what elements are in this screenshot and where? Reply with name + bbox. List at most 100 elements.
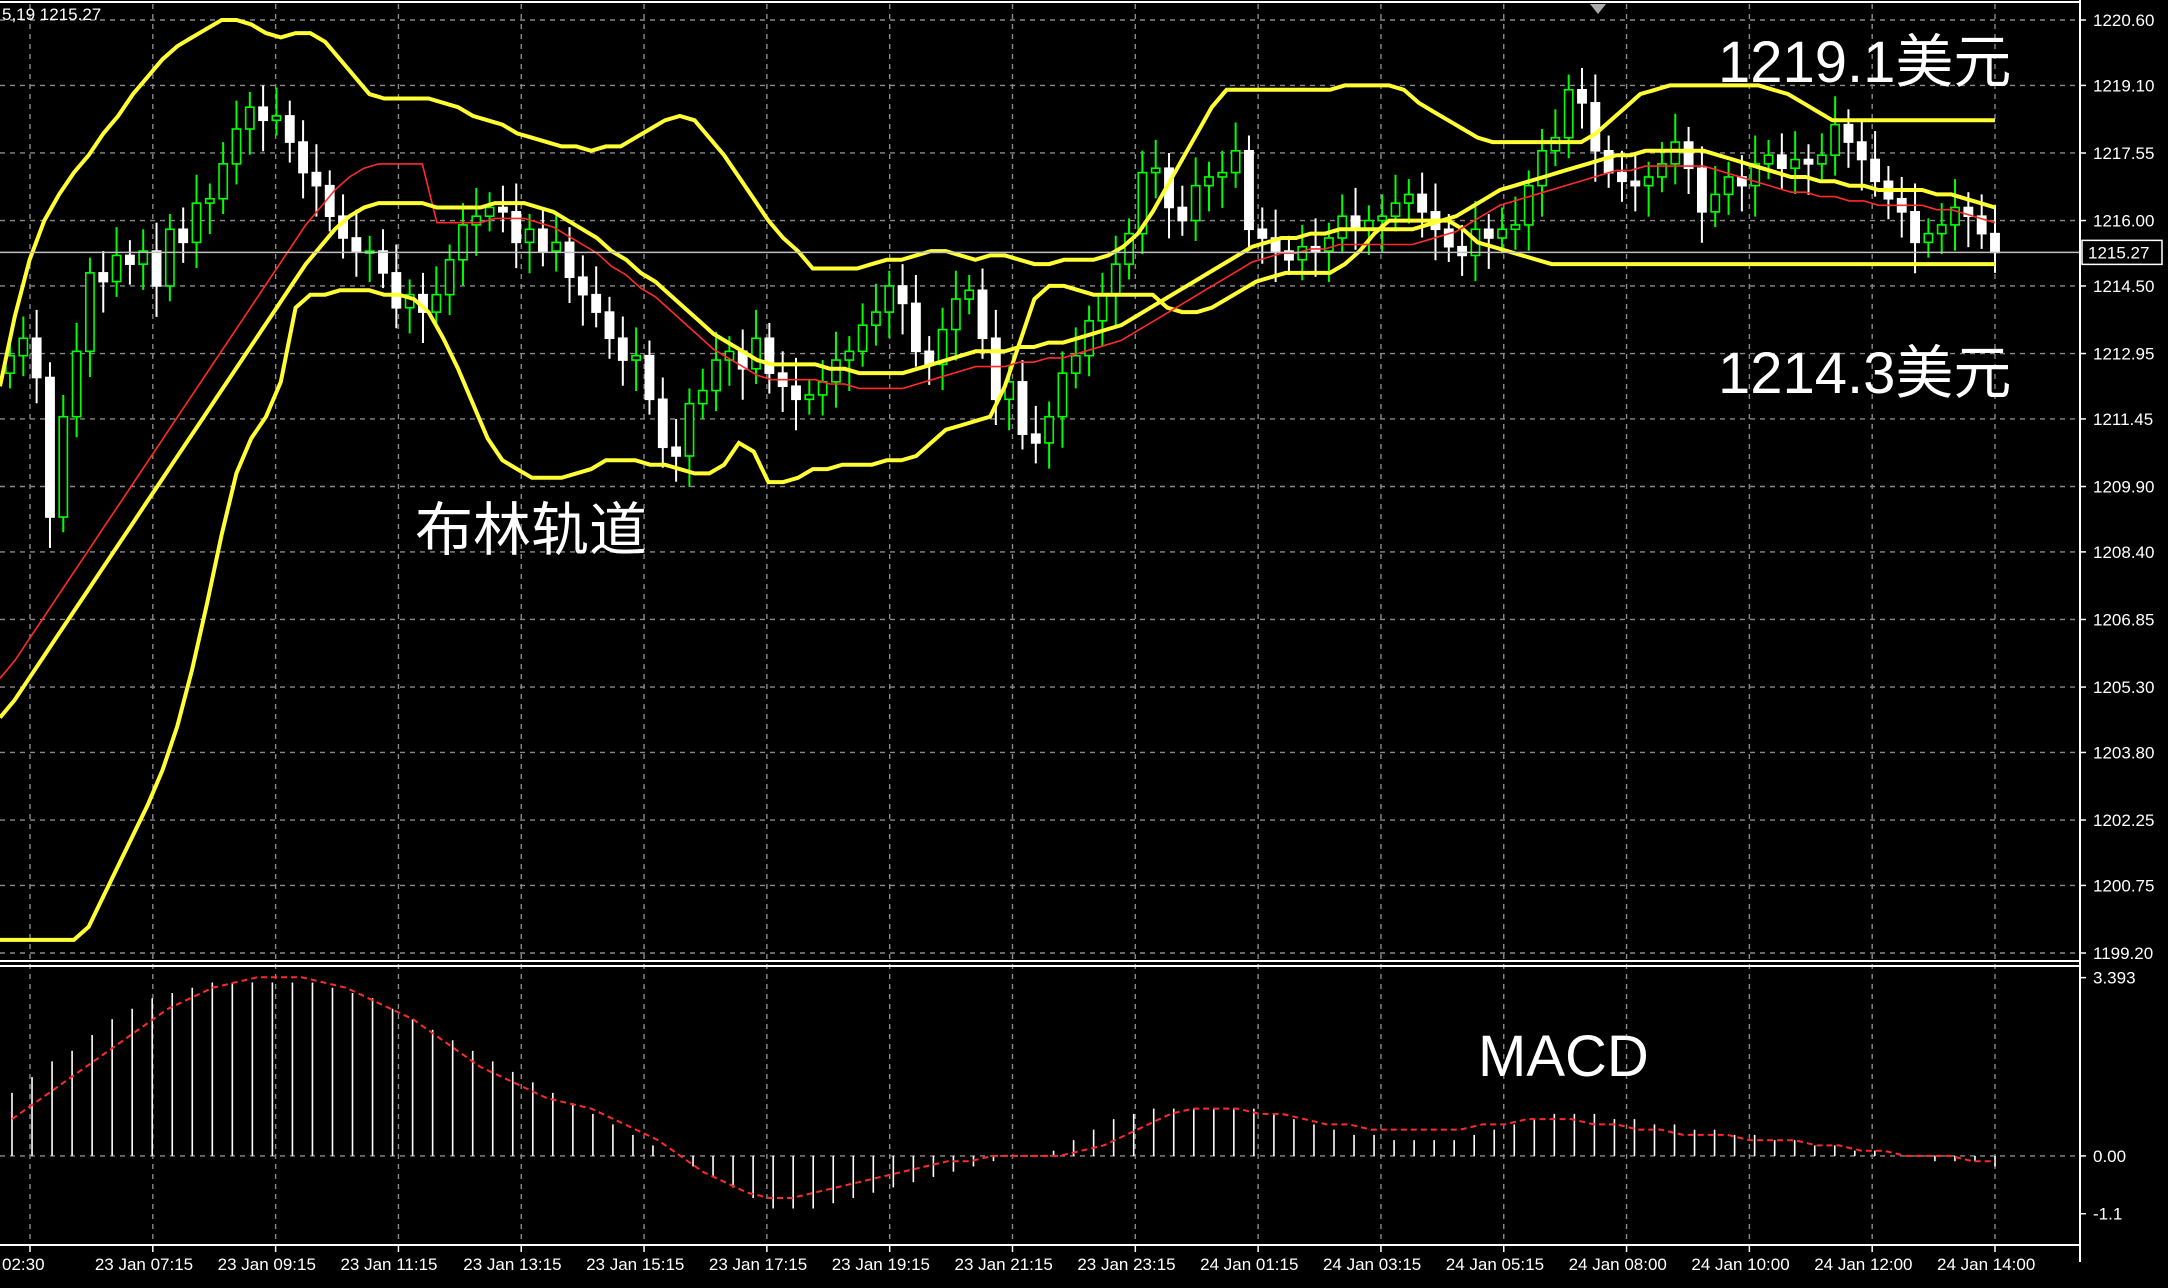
candle-bull: [1044, 415, 1055, 444]
macd-title: MACD: [1478, 1024, 1649, 1089]
candle-bull: [218, 163, 229, 200]
candle-bull: [831, 359, 841, 383]
price-tick-label: 1200.75: [2093, 876, 2154, 895]
time-tick-label: 02:30: [2, 1255, 45, 1274]
candle-bull: [711, 359, 722, 392]
candle-bull: [1070, 354, 1081, 374]
candle-bull: [1763, 154, 1774, 165]
price-tick-label: 1217.55: [2093, 144, 2154, 163]
candle-bull: [1537, 149, 1547, 187]
candle-bear: [1443, 228, 1454, 248]
candle-bull: [1337, 215, 1348, 239]
candle-bull: [1670, 141, 1681, 165]
candle-bull: [857, 324, 868, 353]
candle-bear: [657, 398, 668, 449]
header-info: 5,19 1215.27: [2, 5, 101, 24]
candle-bull: [1377, 215, 1388, 222]
current-price-label: 1215.27: [2088, 243, 2149, 262]
candle-bull: [191, 202, 202, 244]
candle-bear: [617, 337, 628, 361]
candle-bear: [1990, 232, 2000, 254]
candle-bull: [871, 311, 881, 326]
candle-bull: [1830, 123, 1841, 156]
candle-bull: [471, 215, 482, 226]
candle-bull: [1110, 263, 1121, 296]
candle-bear: [258, 106, 269, 122]
time-tick-label: 24 Jan 01:15: [1200, 1255, 1298, 1274]
candle-bear: [98, 272, 109, 283]
candle-bull: [204, 197, 215, 204]
chart-canvas: 1220.60 1219.10 1217.55 1216.00 1214.50 1212.…: [0, 0, 2168, 1288]
candle-bull: [71, 350, 82, 418]
candle-bull: [1710, 193, 1721, 213]
candle-bear: [1030, 433, 1041, 444]
time-tick-label: 24 Jan 12:00: [1814, 1255, 1912, 1274]
time-tick-label: 23 Jan 09:15: [218, 1255, 316, 1274]
candle-bear: [604, 311, 615, 340]
time-tick-label: 23 Jan 17:15: [709, 1255, 807, 1274]
candle-bull: [1403, 193, 1414, 204]
time-tick-label: 23 Jan 23:15: [1077, 1255, 1175, 1274]
price-tick-label: 1199.20: [2093, 944, 2153, 963]
time-tick-label: 24 Jan 05:15: [1446, 1255, 1544, 1274]
candle-bull: [1790, 158, 1801, 170]
price-tick-label: 1220.60: [2093, 11, 2154, 30]
candle-bear: [764, 337, 775, 374]
candle-bull: [1097, 293, 1108, 322]
candle-bull: [751, 337, 761, 370]
candle-bull: [231, 128, 242, 165]
price-tick-label: 1206.85: [2093, 610, 2154, 629]
candle-bull: [697, 389, 708, 405]
candle-bear: [1417, 193, 1428, 213]
annotation-upper-price: 1219.1美元: [1718, 30, 2011, 95]
candle-bear: [1483, 228, 1494, 239]
candle-bear: [1843, 123, 1854, 143]
candle-bear: [1910, 211, 1920, 244]
candle-bear: [577, 276, 588, 296]
candle-bear: [1457, 245, 1468, 257]
candle-bull: [85, 272, 95, 353]
time-tick-label: 24 Jan 03:15: [1323, 1255, 1421, 1274]
macd-tick-label: -1.1: [2093, 1205, 2122, 1224]
candle-bull: [1190, 184, 1201, 222]
candle-bull: [1510, 224, 1521, 231]
annotation-bollinger: 布林轨道: [415, 498, 647, 563]
candle-bear: [1244, 149, 1254, 231]
price-tick-label: 1212.95: [2093, 345, 2154, 364]
macd-tick-label: 0.00: [2093, 1147, 2126, 1166]
candle-bear: [1177, 206, 1188, 222]
candle-bear: [791, 385, 801, 401]
candle-bull: [804, 394, 815, 401]
time-tick-label: 23 Jan 13:15: [463, 1255, 561, 1274]
candle-bull: [844, 350, 855, 361]
candle-bear: [124, 254, 135, 265]
candle-bull: [551, 241, 562, 252]
candle-bull: [1923, 232, 1934, 244]
time-tick-label: 23 Jan 15:15: [586, 1255, 684, 1274]
candle-bear: [511, 211, 522, 244]
candle-bear: [1856, 141, 1867, 161]
candle-bull: [964, 289, 975, 300]
candle-bear: [1590, 102, 1601, 152]
candle-bull: [1390, 202, 1401, 217]
candle-bear: [1617, 171, 1627, 183]
candle-bull: [817, 381, 828, 396]
candle-bull: [458, 224, 468, 261]
candle-bear: [391, 272, 402, 309]
candle-bull: [1816, 154, 1827, 165]
candle-bear: [151, 250, 162, 287]
candle-bull: [631, 354, 642, 361]
candle-bull: [484, 206, 495, 217]
candle-bear: [1017, 381, 1028, 435]
candle-bear: [351, 237, 362, 252]
price-tick-label: 1208.40: [2093, 543, 2154, 562]
price-tick-label: 1216.00: [2093, 212, 2154, 231]
candle-bear: [298, 141, 309, 174]
candle-bull: [684, 402, 695, 457]
time-tick-label: 24 Jan 14:00: [1937, 1255, 2035, 1274]
candle-bull: [1217, 171, 1228, 178]
candle-bull: [431, 293, 442, 313]
candle-bull: [164, 228, 175, 287]
candle-bull: [1497, 228, 1508, 239]
candle-bear: [1683, 141, 1694, 170]
